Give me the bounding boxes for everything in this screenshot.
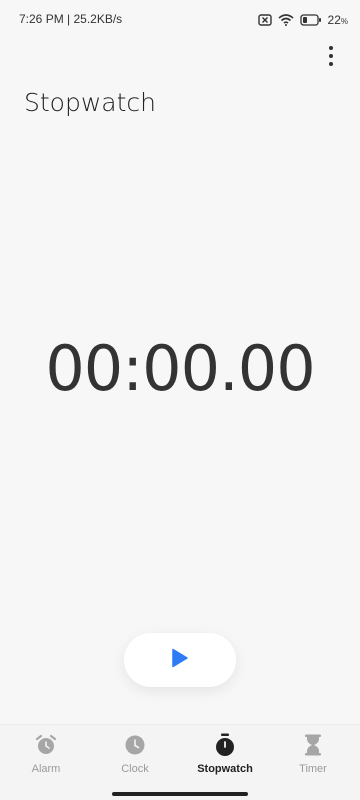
more-options-button[interactable] xyxy=(322,44,340,68)
hourglass-icon xyxy=(301,733,325,757)
home-indicator[interactable] xyxy=(112,792,248,796)
notification-off-icon xyxy=(257,11,272,30)
battery-percent-value: 22 xyxy=(327,13,341,27)
nav-item-clock[interactable]: Clock xyxy=(90,733,180,783)
stopwatch-screen: 7:26 PM | 25.2KB/s 22% Stopwatch 00:00.0… xyxy=(0,0,360,800)
nav-item-timer[interactable]: Timer xyxy=(268,733,358,783)
battery-percent: 22% xyxy=(328,13,348,27)
more-vertical-icon-dot xyxy=(329,46,333,50)
nav-label-alarm: Alarm xyxy=(31,763,61,775)
more-vertical-icon-dot xyxy=(329,54,333,58)
play-icon xyxy=(171,648,189,672)
status-icons: 22% xyxy=(257,10,348,30)
bottom-nav: Alarm Clock Stopwatch Timer xyxy=(0,724,360,800)
battery-percent-unit: % xyxy=(340,17,348,26)
battery-icon xyxy=(299,11,322,30)
nav-label-timer: Timer xyxy=(299,763,327,775)
start-button[interactable] xyxy=(124,633,236,687)
stopwatch-icon xyxy=(213,733,237,757)
stopwatch-display: 00:00.00 xyxy=(45,332,315,405)
wifi-icon xyxy=(277,11,294,30)
nav-item-alarm[interactable]: Alarm xyxy=(1,733,91,783)
status-time-speed: 7:26 PM | 25.2KB/s xyxy=(19,12,123,26)
alarm-icon xyxy=(34,733,58,757)
clock-icon xyxy=(123,733,147,757)
status-bar: 7:26 PM | 25.2KB/s 22% xyxy=(0,0,360,40)
more-vertical-icon-dot xyxy=(329,62,333,66)
nav-label-clock: Clock xyxy=(121,763,149,775)
nav-item-stopwatch[interactable]: Stopwatch xyxy=(180,733,270,783)
page-title: Stopwatch xyxy=(24,88,156,117)
nav-label-stopwatch: Stopwatch xyxy=(197,763,253,775)
